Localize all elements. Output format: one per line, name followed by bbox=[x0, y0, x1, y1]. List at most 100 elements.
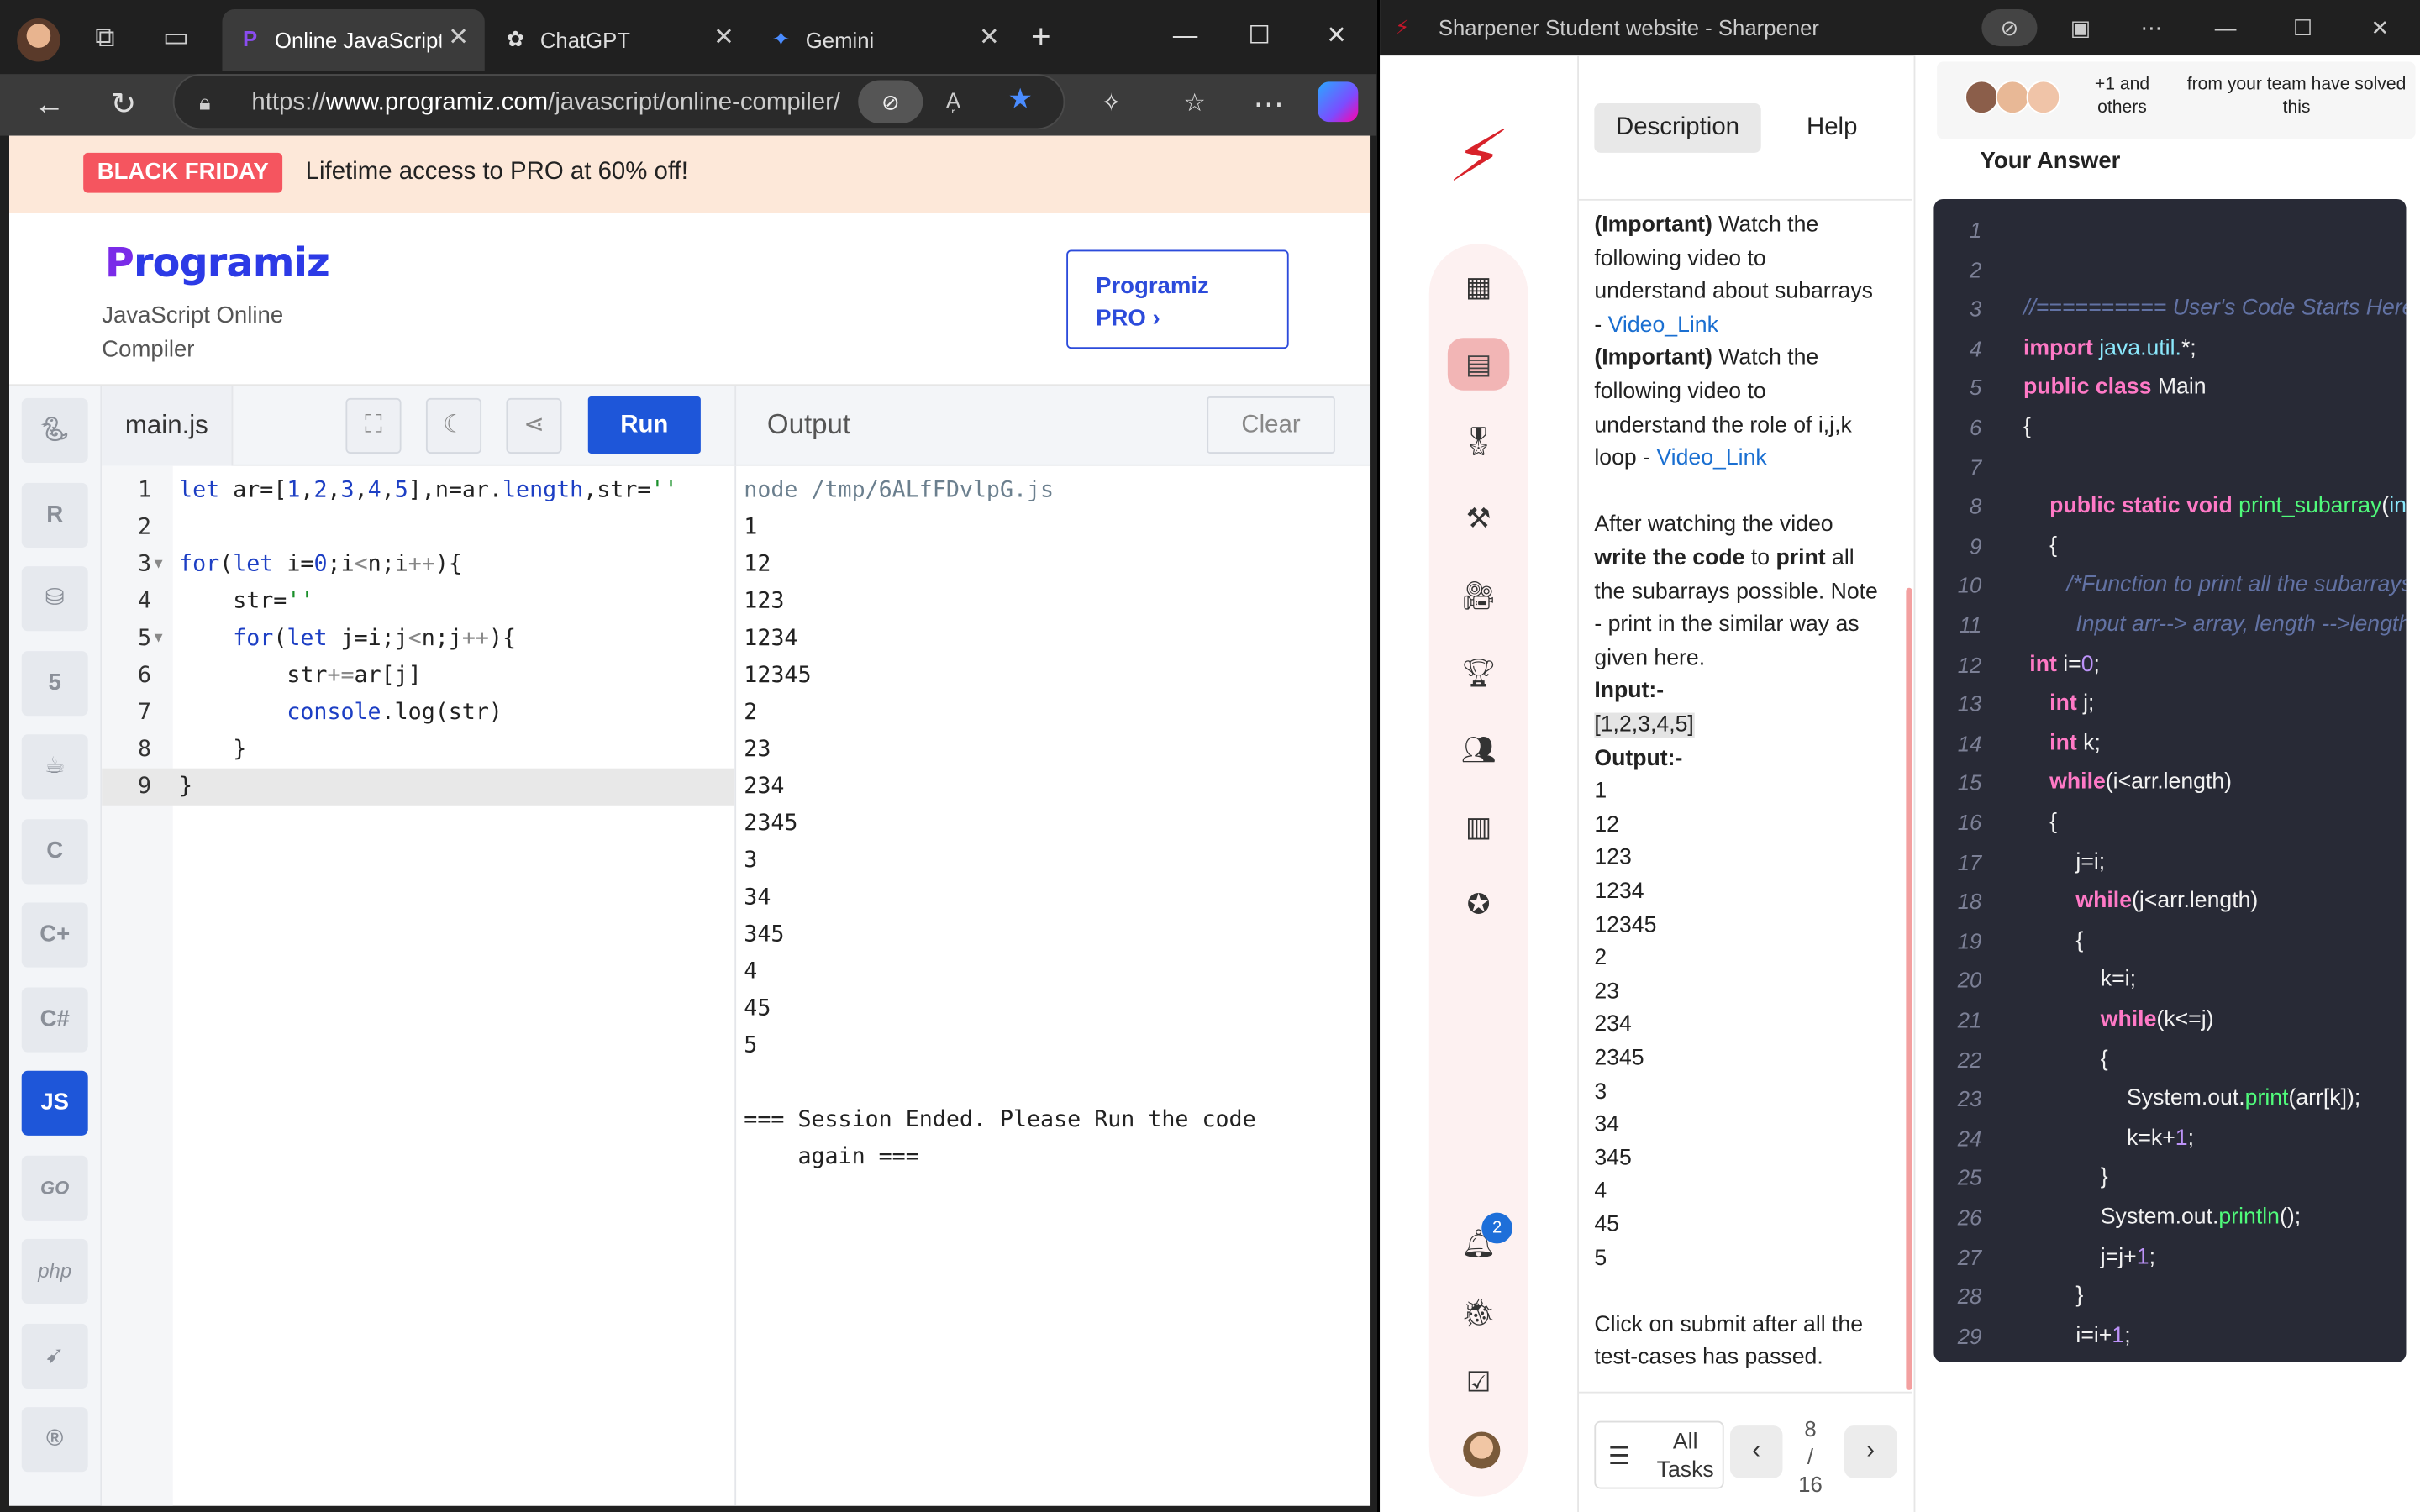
tab-help[interactable]: Help bbox=[1786, 103, 1878, 153]
code-line[interactable]: 6 str+=ar[j] bbox=[102, 657, 734, 694]
star-icon[interactable]: ✪ bbox=[1448, 878, 1509, 930]
tracking-prevention-icon[interactable]: ⊘ bbox=[858, 80, 923, 123]
output-line: 2345 bbox=[744, 811, 798, 837]
fullscreen-icon[interactable]: ⛶ bbox=[345, 397, 402, 454]
gemini-icon: ✦ bbox=[771, 26, 791, 51]
favorite-star-icon[interactable]: ★ bbox=[1007, 83, 1033, 116]
share-icon[interactable]: ⋖ bbox=[506, 397, 562, 454]
read-aloud-icon[interactable]: A᷊ bbox=[946, 88, 960, 113]
refresh-button[interactable]: ↻ bbox=[105, 87, 142, 123]
programiz-logo[interactable]: Programiz bbox=[105, 241, 330, 287]
language-r-icon[interactable]: R bbox=[21, 482, 88, 549]
code-text: str='' bbox=[179, 589, 314, 615]
code-line: 9{ bbox=[1933, 528, 2406, 567]
favorites-icon[interactable]: ☆ bbox=[1176, 87, 1213, 123]
trophy-icon[interactable]: 🏆︎ bbox=[1448, 647, 1509, 699]
language-cpp-icon[interactable]: C+ bbox=[21, 902, 88, 968]
more-options-icon[interactable]: ⋯ bbox=[1250, 87, 1287, 123]
sharpener-logo[interactable]: ⚡ bbox=[1438, 116, 1518, 197]
stats-icon[interactable]: ▥ bbox=[1448, 801, 1509, 853]
tasks-icon[interactable]: ▤ bbox=[1447, 338, 1510, 391]
video-link[interactable]: Video_Link bbox=[1656, 446, 1766, 470]
close-tab-icon[interactable]: ✕ bbox=[445, 24, 472, 52]
language-c-icon[interactable]: C bbox=[21, 819, 88, 885]
minimize-button[interactable]: — bbox=[2204, 9, 2247, 46]
language-php-icon[interactable]: php bbox=[21, 1238, 88, 1305]
dark-mode-icon[interactable]: ☾ bbox=[425, 397, 482, 454]
description-line: loop - Video_Link bbox=[1594, 443, 1766, 475]
fold-arrow-icon[interactable]: ▼ bbox=[155, 620, 163, 657]
run-button[interactable]: Run bbox=[587, 396, 701, 454]
code-line[interactable]: 8 } bbox=[102, 732, 734, 769]
output-console[interactable]: node /tmp/6ALfFDvlpG.js 1 12 123 1234 12345 2 2… bbox=[734, 465, 1371, 1506]
tab-chatgpt[interactable]: ✿ ChatGPT ✕ bbox=[487, 9, 750, 71]
code-line[interactable]: 4 str='' bbox=[102, 583, 734, 620]
code-line: 6{ bbox=[1933, 409, 2406, 449]
maximize-button[interactable]: ☐ bbox=[1241, 18, 1278, 55]
close-window-button[interactable]: ✕ bbox=[1318, 18, 1355, 55]
tab-programiz[interactable]: P Online JavaScript C ✕ bbox=[222, 9, 485, 71]
practice-icon[interactable]: ⚒ bbox=[1448, 492, 1509, 544]
user-avatar[interactable] bbox=[1463, 1431, 1501, 1469]
language-java-icon[interactable]: ☕︎ bbox=[21, 734, 88, 800]
description-scrollbar[interactable] bbox=[1906, 587, 1912, 1390]
badge-icon[interactable]: 🎖︎ bbox=[1448, 415, 1509, 467]
profile-avatar[interactable] bbox=[17, 18, 60, 62]
tab-gemini[interactable]: ✦ Gemini ✕ bbox=[753, 9, 1015, 71]
code-line[interactable]: 1 let ar=[1,2,3,4,5],n=ar.length,str='' bbox=[102, 472, 734, 509]
copilot-icon[interactable] bbox=[1318, 81, 1359, 123]
more-icon[interactable]: ⋯ bbox=[2130, 9, 2173, 46]
bold-text: (Important) bbox=[1594, 213, 1712, 238]
all-tasks-button[interactable]: ☰ All Tasks bbox=[1594, 1420, 1724, 1489]
video-link[interactable]: Video_Link bbox=[1608, 312, 1718, 337]
video-icon[interactable]: 🎥︎ bbox=[1448, 570, 1509, 622]
dashboard-icon[interactable]: ▦ bbox=[1448, 260, 1509, 312]
programiz-pro-button[interactable]: Programiz PRO › bbox=[1066, 249, 1289, 349]
clear-button[interactable]: Clear bbox=[1207, 396, 1335, 454]
back-button[interactable]: ← bbox=[31, 87, 68, 123]
tab-actions-icon[interactable]: ▭ bbox=[160, 22, 192, 53]
prev-task-button[interactable]: ‹ bbox=[1729, 1425, 1783, 1478]
language-swift-icon[interactable]: ➹ bbox=[21, 1323, 88, 1389]
workspaces-icon[interactable]: ⧉ bbox=[90, 22, 121, 53]
code-line[interactable]: 5 ▼ for(let j=i;j<n;j++){ bbox=[102, 620, 734, 657]
minimize-button[interactable]: — bbox=[1167, 18, 1204, 55]
new-tab-button[interactable]: + bbox=[1031, 19, 1051, 53]
close-tab-icon[interactable]: ✕ bbox=[710, 24, 738, 52]
bug-report-icon[interactable]: 🐞︎ bbox=[1448, 1287, 1509, 1339]
submissions-icon[interactable]: ☑ bbox=[1448, 1356, 1509, 1408]
language-rust-icon[interactable]: ® bbox=[21, 1407, 88, 1473]
code-line[interactable]: 2 bbox=[102, 509, 734, 546]
description-line: 34 bbox=[1594, 1110, 1619, 1142]
code-line[interactable]: 7 console.log(str) bbox=[102, 695, 734, 732]
app-settings-icon[interactable]: ▣ bbox=[2059, 9, 2102, 46]
language-html-icon[interactable]: 5 bbox=[21, 651, 88, 717]
tracking-icon[interactable]: ⊘ bbox=[1981, 9, 2038, 47]
maximize-button[interactable]: ☐ bbox=[2281, 9, 2324, 46]
next-task-button[interactable]: › bbox=[1844, 1425, 1897, 1478]
line-number: 22 bbox=[1957, 1047, 1982, 1072]
language-csharp-icon[interactable]: C# bbox=[21, 987, 88, 1053]
fold-arrow-icon[interactable]: ▼ bbox=[155, 546, 163, 583]
code-editor[interactable]: 1 let ar=[1,2,3,4,5],n=ar.length,str='' 2 3… bbox=[102, 465, 735, 1506]
line-number: 2 bbox=[1970, 256, 1982, 282]
answer-code-editor[interactable]: 1 2 3//========== User's Code Starts Her… bbox=[1933, 198, 2407, 1362]
language-go-icon[interactable]: GO bbox=[21, 1155, 88, 1221]
address-bar[interactable]: 🔒︎ https://www.programiz.com/javascript/… bbox=[172, 74, 1065, 130]
description-line: 23 bbox=[1594, 976, 1619, 1009]
promo-banner[interactable]: BLACK FRIDAY Lifetime access to PRO at 6… bbox=[9, 135, 1371, 213]
file-tab-main[interactable]: main.js bbox=[102, 386, 234, 466]
language-js-icon[interactable]: JS bbox=[21, 1070, 88, 1136]
bold-text: write the code bbox=[1594, 546, 1745, 571]
language-sql-icon[interactable]: ⛁ bbox=[21, 566, 88, 632]
language-python-icon[interactable]: 🐍︎ bbox=[21, 397, 88, 464]
chatgpt-icon: ✿ bbox=[506, 26, 525, 51]
description-tabs: Description Help bbox=[1578, 55, 1912, 201]
community-icon[interactable]: 👥︎ bbox=[1448, 723, 1509, 775]
tab-description[interactable]: Description bbox=[1594, 103, 1761, 153]
extensions-icon[interactable]: ✧ bbox=[1092, 87, 1129, 123]
close-window-button[interactable]: ✕ bbox=[2359, 9, 2402, 46]
close-tab-icon[interactable]: ✕ bbox=[976, 24, 1003, 52]
code-line[interactable]: 9} bbox=[102, 768, 735, 806]
code-line[interactable]: 3 ▼ for(let i=0;i<n;i++){ bbox=[102, 546, 734, 583]
